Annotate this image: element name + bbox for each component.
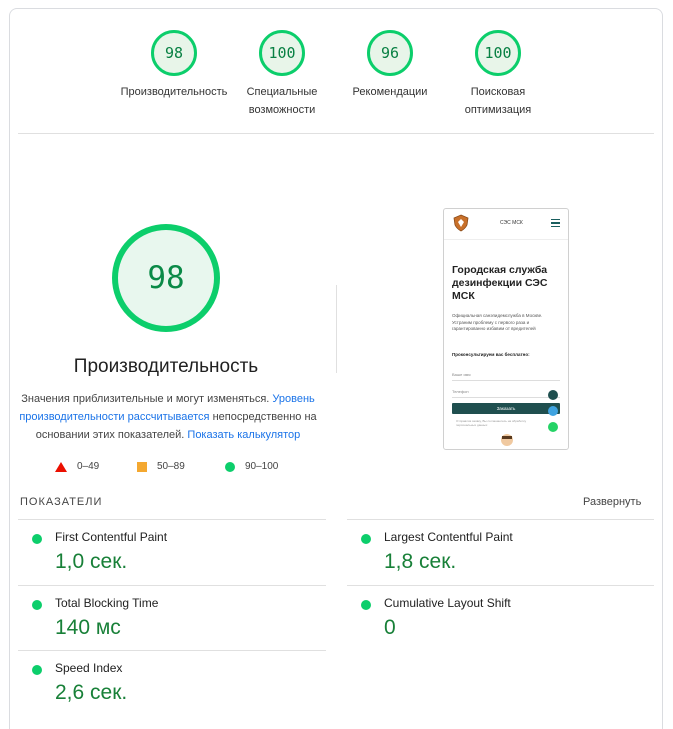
pass-circle-icon <box>32 534 42 544</box>
page-screenshot[interactable]: СЭС МСК Городская служба дезинфекции СЭС… <box>443 208 569 450</box>
legend-average: 50–89 <box>137 461 185 472</box>
metric-name: Total Blocking Time <box>55 596 159 610</box>
screenshot-phone-field: Телефон <box>452 387 560 398</box>
metrics-section-label: ПОКАЗАТЕЛИ <box>20 496 103 508</box>
performance-title: Производительность <box>73 356 259 377</box>
whatsapp-icon <box>548 422 558 432</box>
metric-name: Cumulative Layout Shift <box>384 596 511 610</box>
screenshot-order-button: Заказать <box>452 403 560 414</box>
screenshot-brand: СЭС МСК <box>500 220 523 226</box>
performance-gauge[interactable]: 98 <box>151 30 197 76</box>
accessibility-gauge[interactable]: 100 <box>259 30 305 76</box>
metric-fcp: First Contentful Paint 1,0 сек. <box>18 520 324 584</box>
screenshot-note: Отправляя заявку, Вы соглашаетесь на обр… <box>456 419 527 427</box>
accessibility-label[interactable]: Специальные возможности <box>222 83 342 119</box>
metric-si: Speed Index 2,6 сек. <box>18 651 324 715</box>
metric-value: 0 <box>384 616 396 639</box>
triangle-icon <box>55 461 67 472</box>
metric-name: First Contentful Paint <box>55 530 168 544</box>
phone-icon <box>548 390 558 400</box>
screenshot-paragraph: Официальная санэпидемслужба в Москве. Ус… <box>452 313 543 331</box>
shield-logo-icon <box>453 214 469 232</box>
metric-value: 1,0 сек. <box>55 550 128 573</box>
metric-tbt: Total Blocking Time 140 мс <box>18 586 324 650</box>
screenshot-form-title: Проконсультируем вас бесплатно: <box>452 352 530 357</box>
performance-description: Значения приблизительные и могут изменят… <box>19 393 317 441</box>
metric-cls: Cumulative Layout Shift 0 <box>347 586 653 650</box>
pass-circle-icon <box>361 600 371 610</box>
square-icon <box>137 461 147 472</box>
screenshot-name-field: Ваше имя <box>452 370 560 381</box>
performance-score-gauge: 98 <box>112 224 220 332</box>
avatar-icon <box>501 434 513 446</box>
circle-icon <box>225 461 235 472</box>
menu-icon <box>551 219 560 227</box>
show-calculator-link[interactable]: Показать калькулятор <box>187 429 300 441</box>
metric-value: 2,6 сек. <box>55 681 128 704</box>
seo-label[interactable]: Поисковая оптимизация <box>438 83 558 119</box>
vertical-divider <box>336 285 337 373</box>
metric-lcp: Largest Contentful Paint 1,8 сек. <box>347 520 653 584</box>
metric-name: Largest Contentful Paint <box>384 530 513 544</box>
metric-name: Speed Index <box>55 661 123 675</box>
best-practices-gauge[interactable]: 96 <box>367 30 413 76</box>
divider <box>18 133 654 134</box>
performance-label[interactable]: Производительность <box>114 83 234 101</box>
screenshot-header: СЭС МСК <box>444 209 568 240</box>
pass-circle-icon <box>32 665 42 675</box>
legend-fail: 0–49 <box>55 461 99 472</box>
pass-circle-icon <box>32 600 42 610</box>
metric-value: 140 мс <box>55 616 121 639</box>
telegram-icon <box>548 406 558 416</box>
screenshot-headline: Городская служба дезинфекции СЭС МСК <box>452 264 548 302</box>
pass-circle-icon <box>361 534 371 544</box>
best-practices-label[interactable]: Рекомендации <box>330 83 450 101</box>
expand-toggle[interactable]: Развернуть <box>583 496 641 508</box>
seo-gauge[interactable]: 100 <box>475 30 521 76</box>
metric-value: 1,8 сек. <box>384 550 457 573</box>
legend-pass: 90–100 <box>225 461 278 472</box>
